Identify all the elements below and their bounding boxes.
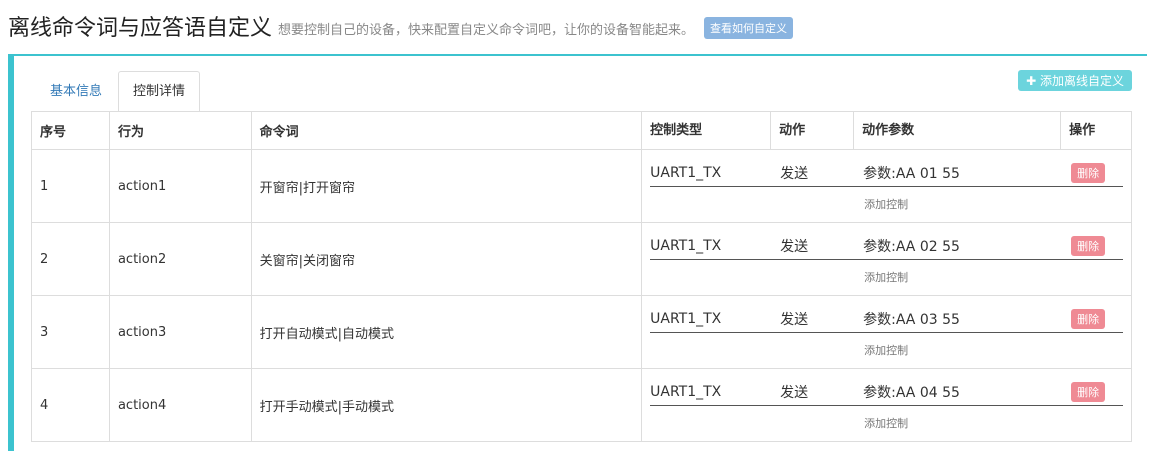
delete-button[interactable]: 删除 [1071,382,1106,402]
header-behavior: 行为 [109,112,252,150]
table-row: 1 action1 开窗帘|打开窗帘 UART1_TX 发送 参数:AA 01 … [32,149,1131,223]
page-header: 离线命令词与应答语自定义 想要控制自己的设备，快来配置自定义命令词吧，让你的设备… [8,10,794,42]
row-command: 打开自动模式|自动模式 [251,295,643,369]
header-index: 序号 [32,112,110,150]
row-behavior: action3 [109,295,252,369]
control-param: 参数:AA 02 55 [863,239,960,255]
table-header-row: 序号 行为 命令词 控制类型 动作 动作参数 操作 [32,112,1131,150]
row-behavior: action1 [109,149,252,223]
delete-button[interactable]: 删除 [1071,236,1106,256]
tab-basic-info[interactable]: 基本信息 [36,73,116,111]
row-command: 打开手动模式|手动模式 [251,368,643,442]
add-control-link[interactable]: 添加控制 [864,415,908,431]
row-control-cell: UART1_TX 发送 参数:AA 03 55 删除 添加控制 [641,295,1131,369]
page-title: 离线命令词与应答语自定义 [8,16,273,41]
row-control-cell: UART1_TX 发送 参数:AA 04 55 删除 添加控制 [641,368,1131,442]
control-param: 参数:AA 01 55 [863,166,960,182]
row-control-cell: UART1_TX 发送 参数:AA 01 55 删除 添加控制 [641,149,1131,223]
control-param: 参数:AA 04 55 [863,385,960,401]
row-command: 关窗帘|关闭窗帘 [251,222,643,296]
table-row: 3 action3 打开自动模式|自动模式 UART1_TX 发送 参数:AA … [32,295,1131,369]
row-behavior: action4 [109,368,252,442]
control-action: 发送 [780,239,809,255]
control-type: UART1_TX [650,238,722,254]
control-type: UART1_TX [650,311,722,327]
header-command: 命令词 [251,112,643,150]
delete-button[interactable]: 删除 [1071,163,1106,183]
control-entry: UART1_TX 发送 参数:AA 03 55 删除 [650,306,1123,333]
header-action-param: 动作参数 [854,112,1062,149]
control-entry: UART1_TX 发送 参数:AA 04 55 删除 [650,379,1123,406]
commands-table: 序号 行为 命令词 控制类型 动作 动作参数 操作 1 action1 开窗帘|… [31,111,1132,442]
add-control-link[interactable]: 添加控制 [864,196,908,212]
control-action: 发送 [780,312,809,328]
row-index: 3 [32,295,110,369]
table-row: 4 action4 打开手动模式|手动模式 UART1_TX 发送 参数:AA … [32,368,1131,442]
header-control-group: 控制类型 动作 动作参数 操作 [641,112,1131,150]
control-type: UART1_TX [650,384,722,400]
add-offline-custom-button[interactable]: ✚ 添加离线自定义 [1018,70,1132,91]
row-index: 4 [32,368,110,442]
header-operation: 操作 [1069,123,1096,138]
row-control-cell: UART1_TX 发送 参数:AA 02 55 删除 添加控制 [641,222,1131,296]
howto-button[interactable]: 查看如何自定义 [704,17,794,39]
control-type: UART1_TX [650,165,722,181]
row-command: 开窗帘|打开窗帘 [251,149,643,223]
tab-bar: 基本信息 控制详情 [36,71,201,112]
control-action: 发送 [780,385,809,401]
control-entry: UART1_TX 发送 参数:AA 02 55 删除 [650,233,1123,260]
control-panel: 基本信息 控制详情 ✚ 添加离线自定义 序号 行为 命令词 控制类型 动作 动作… [8,54,1147,451]
header-action: 动作 [771,112,855,149]
table-row: 2 action2 关窗帘|关闭窗帘 UART1_TX 发送 参数:AA 02 … [32,222,1131,296]
control-action: 发送 [780,166,809,182]
page-subtitle: 想要控制自己的设备，快来配置自定义命令词吧，让你的设备智能起来。 [278,22,695,38]
control-param: 参数:AA 03 55 [863,312,960,328]
add-control-link[interactable]: 添加控制 [864,269,908,285]
add-control-link[interactable]: 添加控制 [864,342,908,358]
row-behavior: action2 [109,222,252,296]
tab-control-details[interactable]: 控制详情 [118,71,201,112]
row-index: 2 [32,222,110,296]
delete-button[interactable]: 删除 [1071,309,1106,329]
control-entry: UART1_TX 发送 参数:AA 01 55 删除 [650,160,1123,187]
header-control-type: 控制类型 [642,112,772,149]
row-index: 1 [32,149,110,223]
